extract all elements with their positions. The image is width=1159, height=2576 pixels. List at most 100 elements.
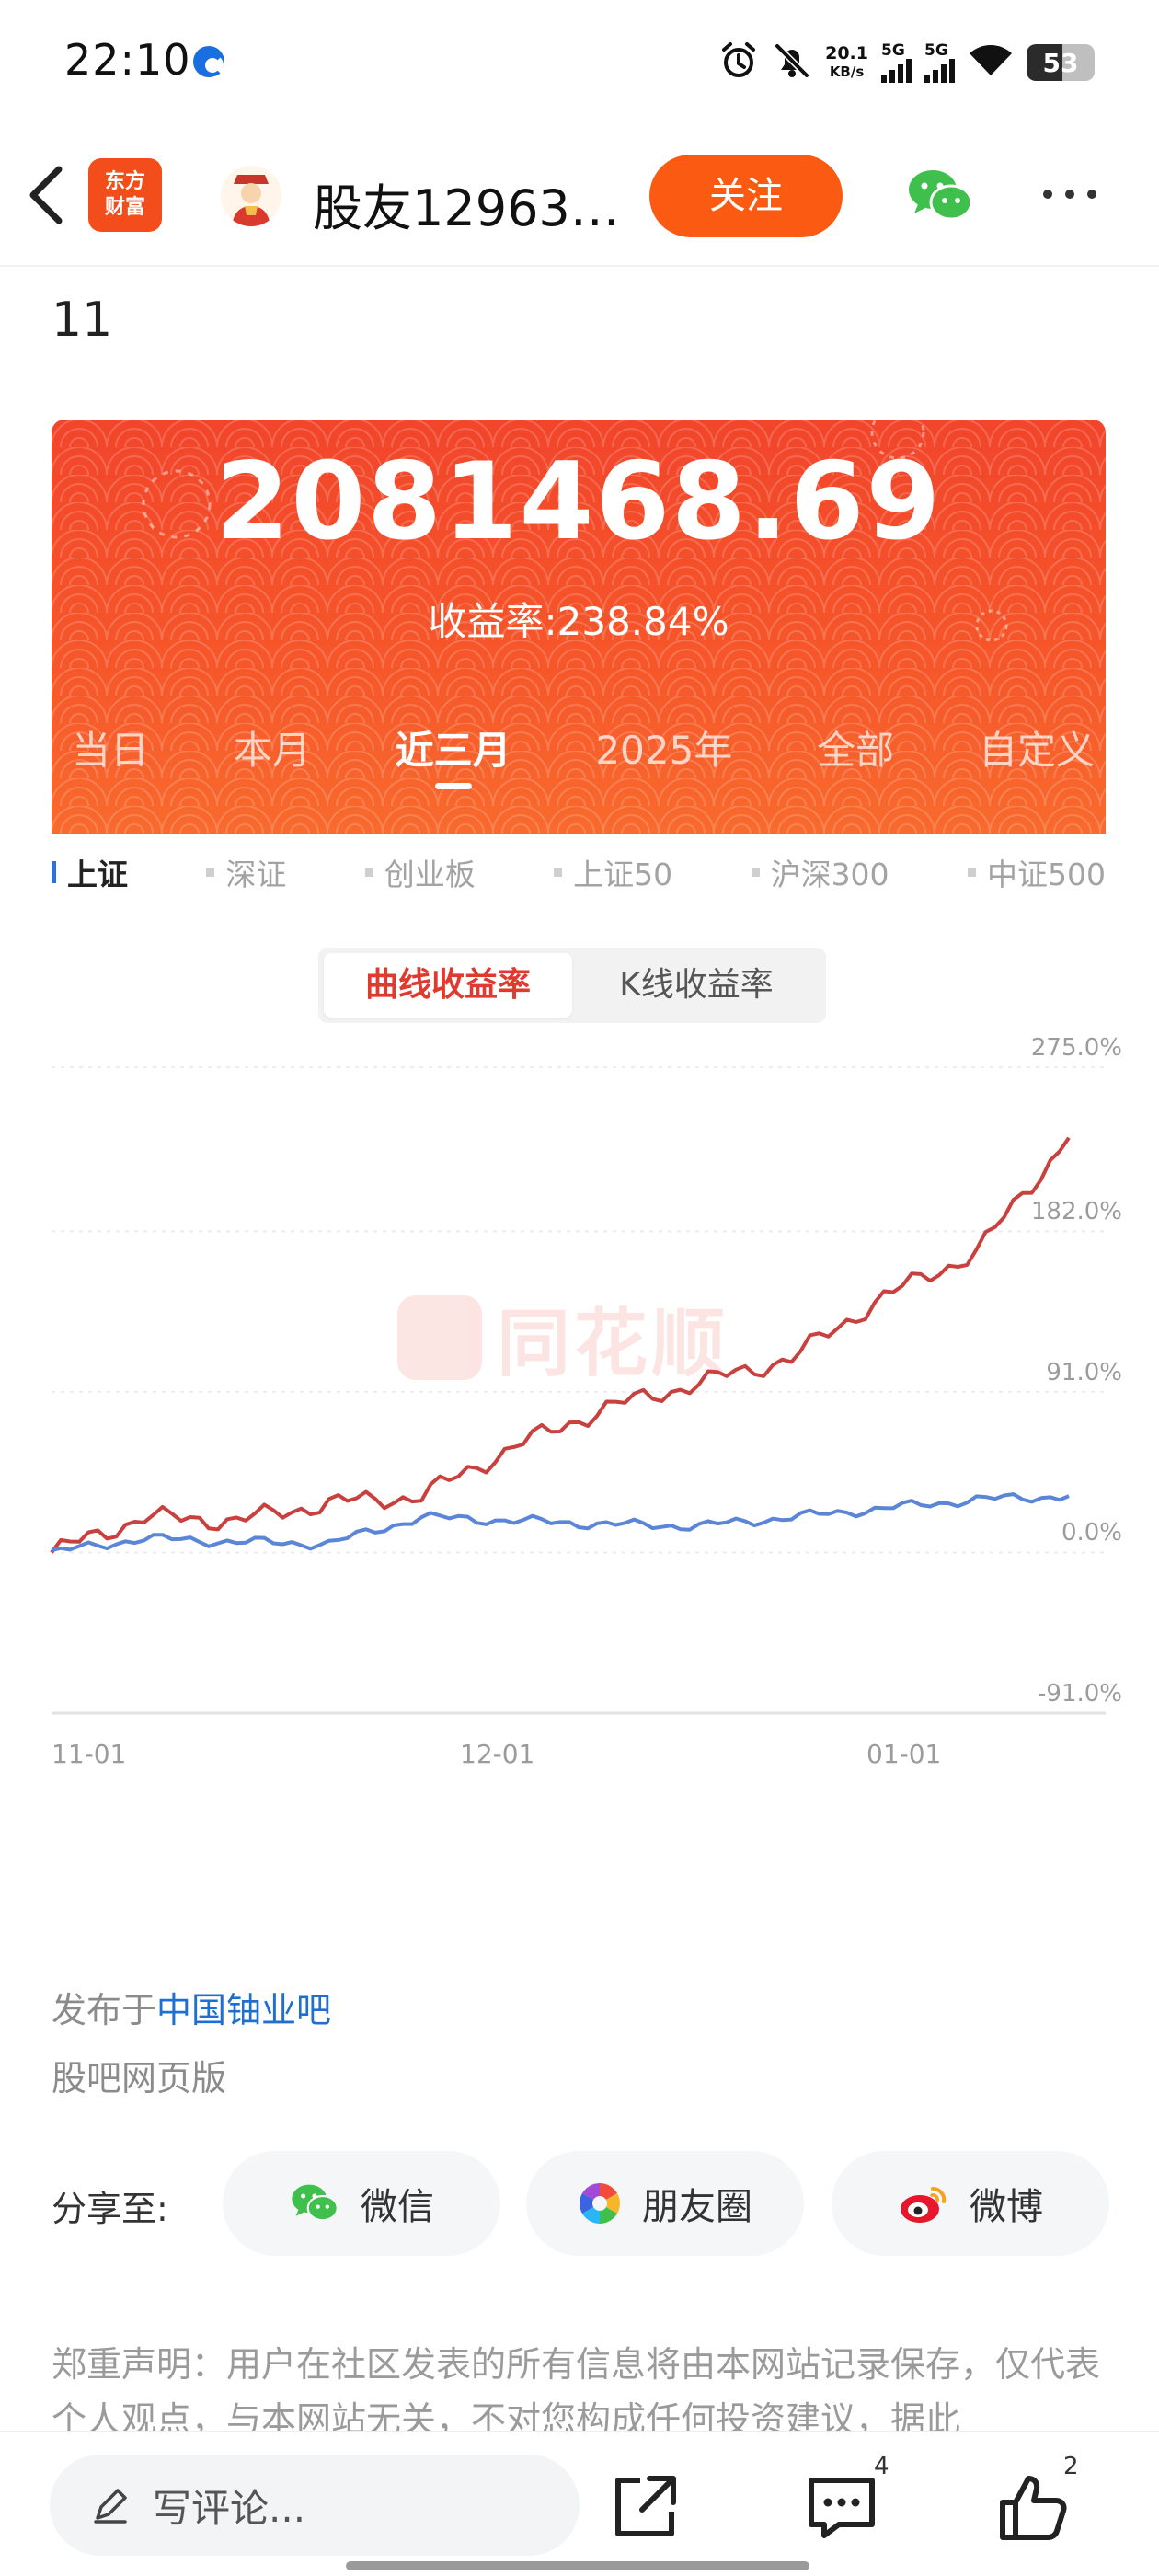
net-speed-value: 20.1 xyxy=(825,43,868,63)
index-marker-icon xyxy=(751,868,760,877)
chart-toggle-option[interactable]: 曲线收益率 xyxy=(324,953,572,1018)
back-button[interactable] xyxy=(18,158,83,232)
period-tab[interactable]: 当日 xyxy=(72,712,149,786)
y-tick-label: 275.0% xyxy=(1030,1034,1122,1062)
signal-1-label: 5G xyxy=(881,40,905,60)
index-tab-label: 中证500 xyxy=(986,857,1106,892)
period-tab[interactable]: 2025年 xyxy=(595,712,732,786)
net-speed: 20.1 KB/s xyxy=(825,44,868,81)
y-tick-label: 182.0% xyxy=(1030,1198,1122,1226)
period-tab[interactable]: 近三月 xyxy=(396,712,511,789)
share-weibo-label: 微博 xyxy=(970,2186,1043,2228)
follow-button[interactable]: 关注 xyxy=(649,155,843,237)
chart-toggle-option[interactable]: K线收益率 xyxy=(572,953,820,1018)
signal-bars-icon xyxy=(881,58,912,83)
portfolio-return-line xyxy=(50,1136,1071,1554)
home-indicator[interactable] xyxy=(346,2561,809,2570)
more-dot-icon xyxy=(1087,190,1096,199)
return-chart: 同花顺 275.0% 182.0% 91.0% 0.0% -91.0% 11-01 12-0… xyxy=(37,1034,1122,1794)
logo-line-2: 财富 xyxy=(104,196,145,219)
more-dot-icon xyxy=(1065,190,1074,199)
index-tab[interactable]: 深证 xyxy=(206,850,286,894)
wechat-icon xyxy=(909,170,973,221)
avatar[interactable] xyxy=(221,166,281,226)
status-time: 22:10 xyxy=(64,35,191,85)
y-tick-label: -91.0% xyxy=(1038,1680,1122,1708)
index-tab[interactable]: 沪深300 xyxy=(751,850,889,894)
x-tick-label: 11-01 xyxy=(52,1739,127,1769)
weibo-icon xyxy=(901,2186,947,2223)
index-tab[interactable]: 上证 xyxy=(52,850,128,894)
more-menu-button[interactable] xyxy=(1043,180,1102,208)
battery-level: 53 xyxy=(1042,48,1079,78)
index-tab[interactable]: 上证50 xyxy=(554,850,672,894)
share-wechat-label: 微信 xyxy=(361,2186,434,2228)
index-tab[interactable]: 中证500 xyxy=(967,850,1106,894)
more-dot-icon xyxy=(1043,190,1052,199)
index-tabs: 上证 深证 创业板 上证50 沪深300 中证500 xyxy=(52,846,1106,898)
wechat-icon xyxy=(292,2184,339,2222)
comment-icon xyxy=(809,2478,875,2538)
comment-count: 4 xyxy=(874,2453,889,2480)
period-tab[interactable]: 自定义 xyxy=(979,712,1095,786)
share-moments-button[interactable]: 朋友圈 xyxy=(526,2151,804,2256)
battery-icon: 53 xyxy=(1027,44,1095,81)
chart-canvas xyxy=(50,1066,1106,1715)
app-logo[interactable]: 东方 财富 xyxy=(88,158,162,232)
nav-bar: 东方 财富 股友12963… 关注 xyxy=(0,125,1159,267)
page-title[interactable]: 股友12963… xyxy=(313,167,635,240)
alarm-icon xyxy=(718,40,759,85)
index-tab-label: 创业板 xyxy=(384,857,476,892)
fortune-god-avatar-icon xyxy=(221,166,281,226)
net-speed-unit: KB/s xyxy=(829,63,865,80)
moments-icon xyxy=(580,2183,620,2224)
y-tick-label: 91.0% xyxy=(1046,1358,1122,1386)
share-wechat-button[interactable]: 微信 xyxy=(223,2151,500,2256)
post-source: 股吧网页版 xyxy=(52,2058,227,2099)
pencil-icon xyxy=(94,2489,127,2524)
index-marker-icon xyxy=(364,868,373,877)
signal-2-label: 5G xyxy=(924,40,948,60)
mute-icon xyxy=(772,40,812,85)
posted-prefix: 发布于 xyxy=(52,1990,157,2030)
signal-bars-icon xyxy=(924,58,955,83)
like-count: 2 xyxy=(1063,2453,1079,2480)
profit-rate: 收益率:238.84% xyxy=(428,599,729,644)
app-notification-icon xyxy=(193,46,224,77)
share-out-icon xyxy=(615,2476,676,2536)
period-tab[interactable]: 本月 xyxy=(234,712,311,786)
comment-placeholder: 写评论... xyxy=(153,2485,306,2531)
comment-input[interactable]: 写评论... xyxy=(50,2455,580,2556)
index-marker-icon xyxy=(52,861,56,883)
index-marker-icon xyxy=(967,868,976,877)
post-text: 11 xyxy=(52,293,113,348)
share-weibo-button[interactable]: 微博 xyxy=(832,2151,1109,2256)
forum-link[interactable]: 中国铀业吧 xyxy=(156,1990,331,2030)
total-profit-amount: 2081468.69 xyxy=(214,440,943,564)
signal-1: 5G xyxy=(881,40,912,83)
signal-2: 5G xyxy=(924,40,955,83)
index-tab[interactable]: 创业板 xyxy=(364,850,476,894)
index-marker-icon xyxy=(554,868,563,877)
profit-card: 2081468.69 收益率:238.84% 当日 本月 近三月 2025年 全部 自定义 xyxy=(52,420,1106,834)
index-tab-label: 上证50 xyxy=(573,857,673,892)
period-tabs: 当日 本月 近三月 2025年 全部 自定义 xyxy=(52,712,1106,789)
chart-type-toggle: 曲线收益率 K线收益率 xyxy=(318,948,826,1023)
x-tick-label: 12-01 xyxy=(460,1739,535,1769)
x-tick-label: 01-01 xyxy=(866,1739,942,1769)
index-tab-label: 上证 xyxy=(67,857,128,892)
share-moments-label: 朋友圈 xyxy=(642,2186,752,2228)
share-label: 分享至: xyxy=(52,2189,168,2229)
index-tab-label: 沪深300 xyxy=(770,857,889,892)
logo-line-1: 东方 xyxy=(104,170,145,193)
comments-button[interactable] xyxy=(800,2466,883,2548)
disclaimer: 郑重声明：用户在社区发表的所有信息将由本网站记录保存，仅代表个人观点，与本网站无… xyxy=(52,2344,1101,2432)
index-marker-icon xyxy=(206,868,215,877)
chevron-left-icon xyxy=(29,166,63,224)
posted-in: 发布于中国铀业吧 xyxy=(52,1982,331,2032)
period-tab[interactable]: 全部 xyxy=(817,712,894,786)
wifi-icon xyxy=(968,42,1014,83)
wechat-share-button[interactable] xyxy=(905,166,975,226)
forward-button[interactable] xyxy=(603,2466,686,2548)
y-tick-label: 0.0% xyxy=(1061,1519,1122,1547)
